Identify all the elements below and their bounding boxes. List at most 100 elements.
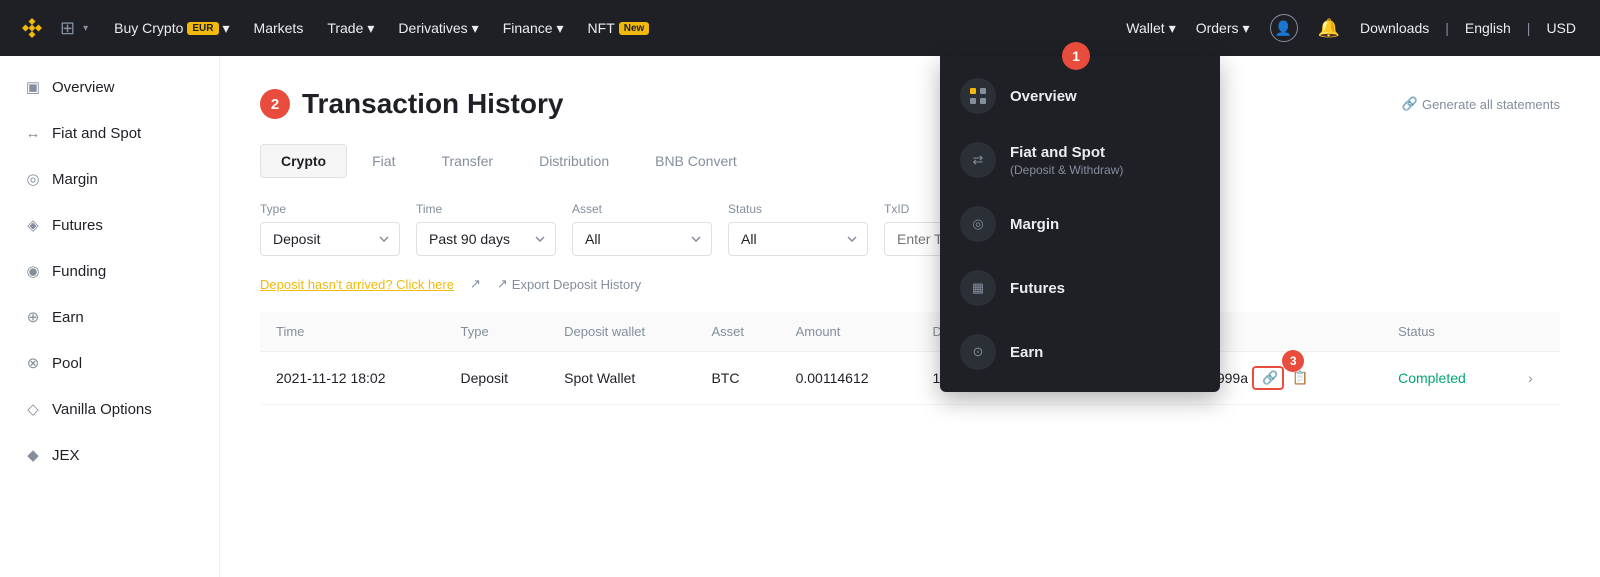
wallet-fiat-spot-item[interactable]: ⇄ Fiat and Spot (Deposit & Withdraw) bbox=[940, 128, 1220, 192]
nav-trade[interactable]: Trade ▾ bbox=[317, 0, 384, 56]
wallet-label: Wallet bbox=[1126, 20, 1164, 36]
row-arrow-icon[interactable]: › bbox=[1528, 370, 1533, 386]
nav-finance-label: Finance bbox=[503, 20, 553, 36]
futures-dropdown-icon: ▦ bbox=[960, 270, 996, 306]
sidebar-item-overview[interactable]: ▣ Overview bbox=[0, 64, 219, 110]
time-select[interactable]: Past 90 days bbox=[416, 222, 556, 256]
sidebar-item-vanilla-options[interactable]: ◇ Vanilla Options bbox=[0, 386, 219, 432]
buy-crypto-chevron-icon: ▾ bbox=[223, 20, 230, 37]
currency-button[interactable]: USD bbox=[1538, 0, 1584, 56]
sidebar-item-futures[interactable]: ◈ Futures bbox=[0, 202, 219, 248]
topnav-right: Wallet ▾ Orders ▾ 👤 🔔 Downloads | Englis… bbox=[1118, 0, 1584, 56]
table-row: 2021-11-12 18:02 Deposit Spot Wallet BTC… bbox=[260, 352, 1560, 405]
cell-deposit-wallet: Spot Wallet bbox=[548, 352, 695, 405]
deposit-arrived-link[interactable]: Deposit hasn't arrived? Click here bbox=[260, 277, 454, 292]
new-badge: New bbox=[619, 22, 650, 35]
sidebar-jex-label: JEX bbox=[52, 447, 80, 464]
col-time: Time bbox=[260, 312, 445, 352]
logo[interactable] bbox=[16, 12, 48, 44]
sidebar-vanilla-options-label: Vanilla Options bbox=[52, 401, 152, 418]
cell-type: Deposit bbox=[445, 352, 549, 405]
orders-chevron-icon: ▾ bbox=[1243, 20, 1250, 37]
sidebar-item-funding[interactable]: ◉ Funding bbox=[0, 248, 219, 294]
export-icon: ↗ bbox=[497, 276, 508, 292]
asset-select[interactable]: All bbox=[572, 222, 712, 256]
derivatives-chevron-icon: ▾ bbox=[472, 20, 479, 37]
sidebar-item-earn[interactable]: ⊕ Earn bbox=[0, 294, 219, 340]
nav-markets-label: Markets bbox=[254, 20, 304, 36]
tab-fiat[interactable]: Fiat bbox=[351, 144, 416, 178]
wallet-earn-item[interactable]: ⊙ Earn bbox=[940, 320, 1220, 384]
sidebar-funding-label: Funding bbox=[52, 263, 106, 280]
txid-copy-icon[interactable]: 🔗 bbox=[1262, 370, 1278, 386]
nav-finance[interactable]: Finance ▾ bbox=[493, 0, 574, 56]
funding-icon: ◉ bbox=[24, 262, 42, 280]
sidebar-item-fiat-spot[interactable]: ↔ Fiat and Spot bbox=[0, 110, 219, 156]
fiat-spot-icon: ↔ bbox=[24, 124, 42, 142]
col-asset: Asset bbox=[695, 312, 779, 352]
downloads-button[interactable]: Downloads bbox=[1352, 0, 1437, 56]
vanilla-options-icon: ◇ bbox=[24, 400, 42, 418]
profile-icon: 👤 bbox=[1270, 14, 1298, 42]
sidebar-item-margin[interactable]: ◎ Margin bbox=[0, 156, 219, 202]
sidebar-overview-label: Overview bbox=[52, 79, 115, 96]
external-link-icon: ↗ bbox=[470, 276, 481, 292]
nav-nft[interactable]: NFT New bbox=[578, 0, 660, 56]
page-title: Transaction History bbox=[302, 88, 563, 120]
status-badge: Completed bbox=[1398, 370, 1466, 386]
table-body: 2021-11-12 18:02 Deposit Spot Wallet BTC… bbox=[260, 352, 1560, 405]
sidebar-futures-label: Futures bbox=[52, 217, 103, 234]
fiat-spot-dropdown-icon: ⇄ bbox=[960, 142, 996, 178]
time-filter: Time Past 90 days bbox=[416, 202, 556, 256]
nav-markets[interactable]: Markets bbox=[244, 0, 314, 56]
txid-copy-box: 🔗 bbox=[1252, 366, 1284, 390]
wallet-margin-item[interactable]: ◎ Margin bbox=[940, 192, 1220, 256]
type-label: Type bbox=[260, 202, 400, 216]
type-select[interactable]: Deposit bbox=[260, 222, 400, 256]
bell-button[interactable]: 🔔 bbox=[1310, 0, 1348, 56]
nav-derivatives[interactable]: Derivatives ▾ bbox=[388, 0, 488, 56]
jex-icon: ◆ bbox=[24, 446, 42, 464]
col-type: Type bbox=[445, 312, 549, 352]
export-deposit-history-link[interactable]: ↗ Export Deposit History bbox=[497, 276, 641, 292]
orders-button[interactable]: Orders ▾ bbox=[1188, 0, 1258, 56]
wallet-button[interactable]: Wallet ▾ bbox=[1118, 0, 1183, 56]
main-content: 2 Transaction History 🔗 Generate all sta… bbox=[220, 56, 1600, 577]
transaction-tabs: Crypto Fiat Transfer Distribution BNB Co… bbox=[260, 144, 1560, 178]
transaction-table: Time Type Deposit wallet Asset Amount De… bbox=[260, 312, 1560, 405]
tab-distribution[interactable]: Distribution bbox=[518, 144, 630, 178]
status-select[interactable]: All bbox=[728, 222, 868, 256]
nav-trade-label: Trade bbox=[327, 20, 363, 36]
currency-label: USD bbox=[1546, 20, 1576, 36]
txid-clipboard-icon[interactable]: 📋 bbox=[1292, 370, 1308, 386]
earn-dropdown-icon: ⊙ bbox=[960, 334, 996, 370]
cell-amount: 0.00114612 bbox=[780, 352, 917, 405]
language-label: English bbox=[1465, 20, 1511, 36]
tab-crypto[interactable]: Crypto bbox=[260, 144, 347, 178]
tab-bnb-convert[interactable]: BNB Convert bbox=[634, 144, 758, 178]
nav-buy-crypto-label: Buy Crypto bbox=[114, 20, 183, 36]
badge-3: 3 bbox=[1282, 350, 1304, 372]
nav-buy-crypto[interactable]: Buy Crypto EUR ▾ bbox=[104, 0, 239, 56]
asset-label: Asset bbox=[572, 202, 712, 216]
cell-asset: BTC bbox=[695, 352, 779, 405]
badge-3-wrapper: 🔗 3 bbox=[1252, 366, 1284, 390]
generate-all-statements-link[interactable]: 🔗 Generate all statements bbox=[1402, 96, 1560, 112]
wallet-chevron-icon: ▾ bbox=[1169, 20, 1176, 37]
tab-transfer[interactable]: Transfer bbox=[420, 144, 514, 178]
overview-dropdown-text: Overview bbox=[1010, 88, 1077, 105]
badge-1: 1 bbox=[1062, 42, 1090, 70]
wallet-overview-item[interactable]: Overview bbox=[940, 64, 1220, 128]
language-button[interactable]: English bbox=[1457, 0, 1519, 56]
filters-row: Type Deposit Time Past 90 days Asset All… bbox=[260, 202, 1560, 256]
wallet-futures-item[interactable]: ▦ Futures bbox=[940, 256, 1220, 320]
trade-chevron-icon: ▾ bbox=[367, 20, 374, 37]
profile-icon-button[interactable]: 👤 bbox=[1262, 0, 1306, 56]
sidebar-item-jex[interactable]: ◆ JEX bbox=[0, 432, 219, 478]
col-status: Status bbox=[1382, 312, 1512, 352]
earn-icon: ⊕ bbox=[24, 308, 42, 326]
grid-icon[interactable]: ⊞ bbox=[60, 18, 75, 39]
sidebar-item-pool[interactable]: ⊗ Pool bbox=[0, 340, 219, 386]
col-amount: Amount bbox=[780, 312, 917, 352]
top-navigation: ⊞ ▾ Buy Crypto EUR ▾ Markets Trade ▾ Der… bbox=[0, 0, 1600, 56]
